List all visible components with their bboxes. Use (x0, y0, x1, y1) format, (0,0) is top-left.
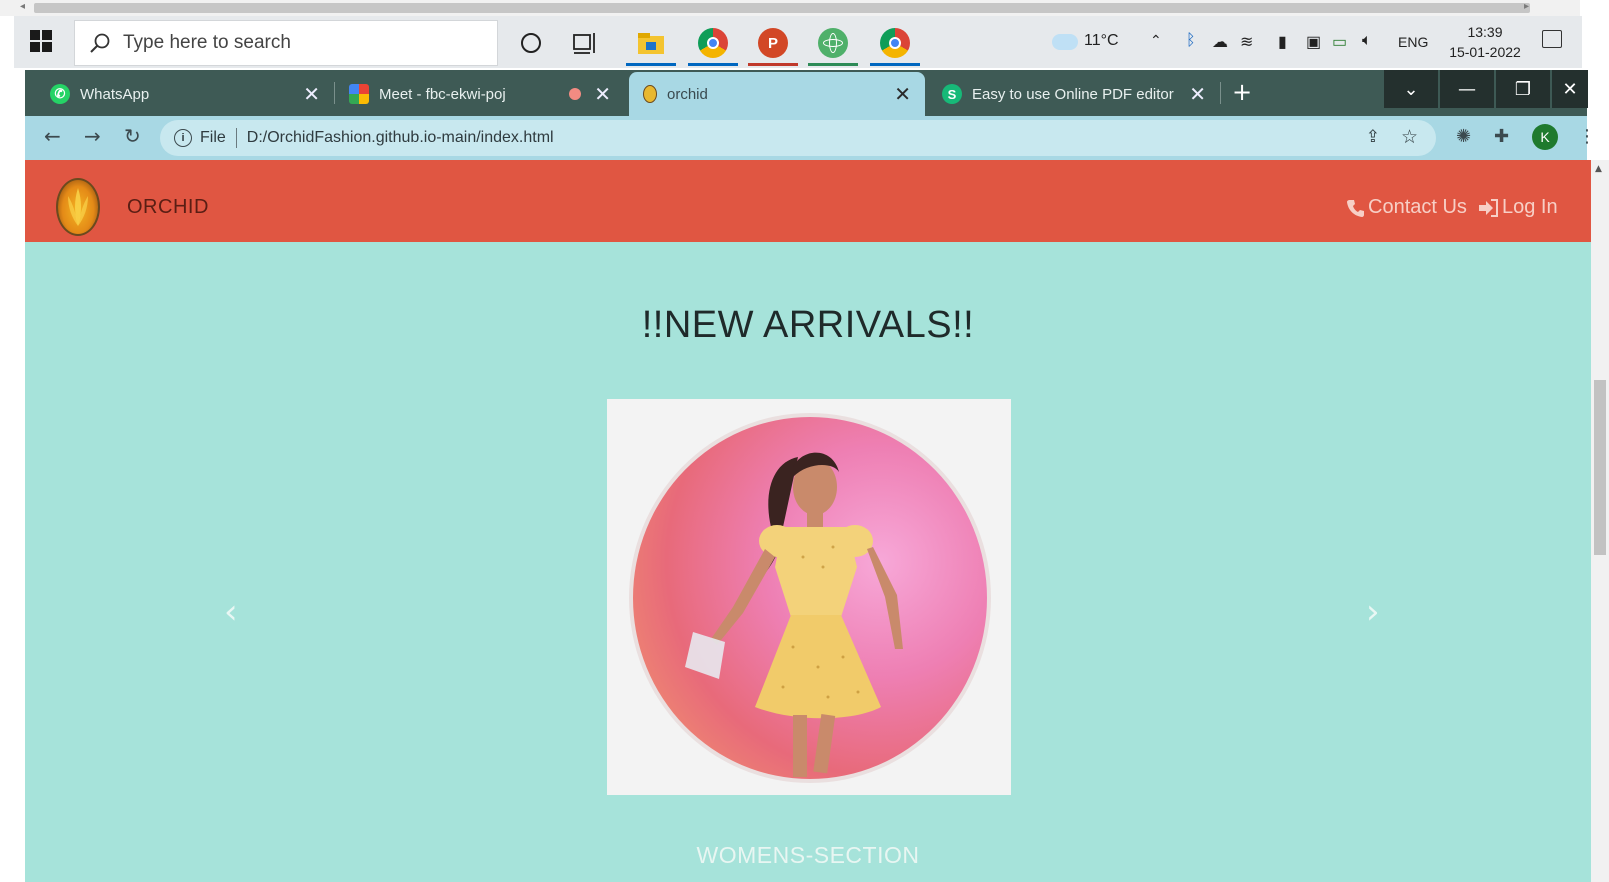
contact-us-label: Contact Us (1368, 196, 1467, 218)
whatsapp-icon: ✆ (50, 84, 70, 104)
google-meet-icon (349, 84, 369, 104)
profile-avatar[interactable]: K (1532, 124, 1558, 150)
url-divider (235, 128, 237, 148)
window-close-icon[interactable]: ✕ (1552, 70, 1588, 108)
tab-meet[interactable]: Meet - fbc-ekwi-poj ✕ (335, 72, 625, 116)
close-icon[interactable]: ✕ (894, 82, 911, 107)
contact-us-link[interactable]: Contact Us (1346, 196, 1467, 219)
close-icon[interactable]: ✕ (1189, 82, 1206, 107)
clock-date: 15-01-2022 (1449, 44, 1521, 60)
taskbar-search-placeholder: Type here to search (123, 32, 291, 53)
vertical-scrollbar[interactable]: ▲ (1591, 160, 1609, 882)
wifi-icon[interactable]: ≋ (1240, 32, 1253, 52)
orchid-logo-icon[interactable] (56, 178, 100, 236)
extension-settings-icon[interactable]: ✺ (1456, 126, 1471, 147)
forward-arrow-icon[interactable]: → (84, 124, 101, 148)
scroll-left-arrow-icon[interactable]: ◂ (20, 1, 25, 12)
back-arrow-icon[interactable]: ← (44, 124, 61, 148)
atom-editor-icon[interactable] (808, 26, 858, 66)
model-photo (629, 413, 991, 783)
tab-orchid[interactable]: orchid ✕ (629, 72, 925, 116)
notification-center-icon[interactable] (1542, 30, 1562, 48)
windows-start-icon[interactable] (30, 30, 54, 54)
share-icon[interactable]: ⇪ (1366, 127, 1380, 147)
sign-in-icon (1479, 198, 1498, 217)
carousel-caption: WOMENS-SECTION (696, 842, 920, 868)
close-icon[interactable]: ✕ (594, 82, 611, 107)
weather-temperature[interactable]: 11°C (1084, 32, 1119, 50)
minimize-icon[interactable]: — (1440, 70, 1494, 108)
language-indicator[interactable]: ENG (1398, 34, 1428, 50)
battery-icon[interactable]: ▭ (1332, 32, 1347, 52)
tab-search-chevron-down-icon[interactable]: ⌄ (1384, 70, 1438, 108)
restore-icon[interactable]: ❐ (1496, 70, 1550, 108)
tab-divider (1220, 82, 1221, 104)
close-icon[interactable]: ✕ (303, 82, 320, 107)
browser-menu-icon[interactable]: ⋮ (1578, 126, 1596, 147)
url-scheme-label: File (200, 129, 226, 146)
volume-icon[interactable]: 🔈︎ (1362, 32, 1372, 50)
new-arrivals-heading: !!NEW ARRIVALS!! (641, 304, 975, 346)
tab-label: Easy to use Online PDF editor (972, 85, 1174, 103)
chrome-icon[interactable] (688, 26, 738, 66)
tab-label: WhatsApp (80, 85, 150, 103)
powerpoint-icon[interactable]: P (748, 26, 798, 66)
file-explorer-icon[interactable] (626, 26, 676, 66)
task-view-icon[interactable] (568, 26, 602, 60)
url-text[interactable]: D:/OrchidFashion.github.io-main/index.ht… (247, 129, 554, 147)
search-icon (90, 33, 110, 53)
clock-time: 13:39 (1467, 24, 1503, 40)
vertical-scrollbar-thumb[interactable] (1594, 380, 1606, 555)
bluetooth-icon[interactable]: ᛒ (1186, 32, 1196, 50)
horizontal-scrollbar-thumb[interactable] (34, 3, 1530, 13)
tab-label: orchid (667, 85, 708, 103)
new-tab-plus-icon[interactable]: + (1232, 78, 1252, 106)
taskbar-clock[interactable]: 13:39 15-01-2022 (1440, 22, 1530, 62)
sejda-s-icon: S (942, 84, 962, 104)
phone-icon (1347, 199, 1364, 217)
brand-name[interactable]: ORCHID (127, 196, 209, 219)
show-hidden-icons-icon[interactable]: ⌃ (1150, 32, 1162, 49)
weather-cloud-icon[interactable] (1052, 32, 1078, 50)
carousel-next-chevron-right-icon[interactable]: › (1366, 592, 1380, 632)
display-icon[interactable]: ▣ (1306, 32, 1321, 52)
cloud-sync-icon[interactable]: ☁ (1212, 32, 1228, 52)
extensions-puzzle-icon[interactable]: ✚ (1494, 126, 1509, 147)
tab-label: Meet - fbc-ekwi-poj (379, 85, 506, 103)
orchid-favicon-icon (643, 85, 657, 103)
microphone-icon[interactable]: ▮ (1278, 32, 1287, 52)
log-in-label: Log In (1502, 196, 1558, 218)
taskbar-search-box[interactable]: Type here to search (74, 20, 498, 66)
carousel-prev-chevron-left-icon[interactable]: ‹ (224, 592, 238, 632)
tab-whatsapp[interactable]: ✆ WhatsApp ✕ (36, 72, 334, 116)
recording-indicator-icon (569, 88, 581, 100)
chrome-profile-icon[interactable] (870, 26, 920, 66)
horizontal-scrollbar[interactable]: ◂ ▸ (0, 0, 1580, 16)
cortana-icon[interactable] (514, 26, 548, 60)
tab-pdf-editor[interactable]: S Easy to use Online PDF editor ✕ (928, 72, 1220, 116)
scroll-right-arrow-icon[interactable]: ▸ (1524, 1, 1529, 12)
reload-icon[interactable]: ↻ (124, 124, 141, 148)
carousel-slide (607, 399, 1011, 795)
scroll-up-arrow-icon[interactable]: ▲ (1595, 164, 1602, 174)
site-info-icon[interactable]: i (174, 129, 192, 147)
log-in-link[interactable]: Log In (1478, 196, 1558, 219)
address-bar[interactable]: i File D:/OrchidFashion.github.io-main/i… (160, 120, 1436, 156)
bookmark-star-icon[interactable]: ☆ (1401, 126, 1418, 149)
